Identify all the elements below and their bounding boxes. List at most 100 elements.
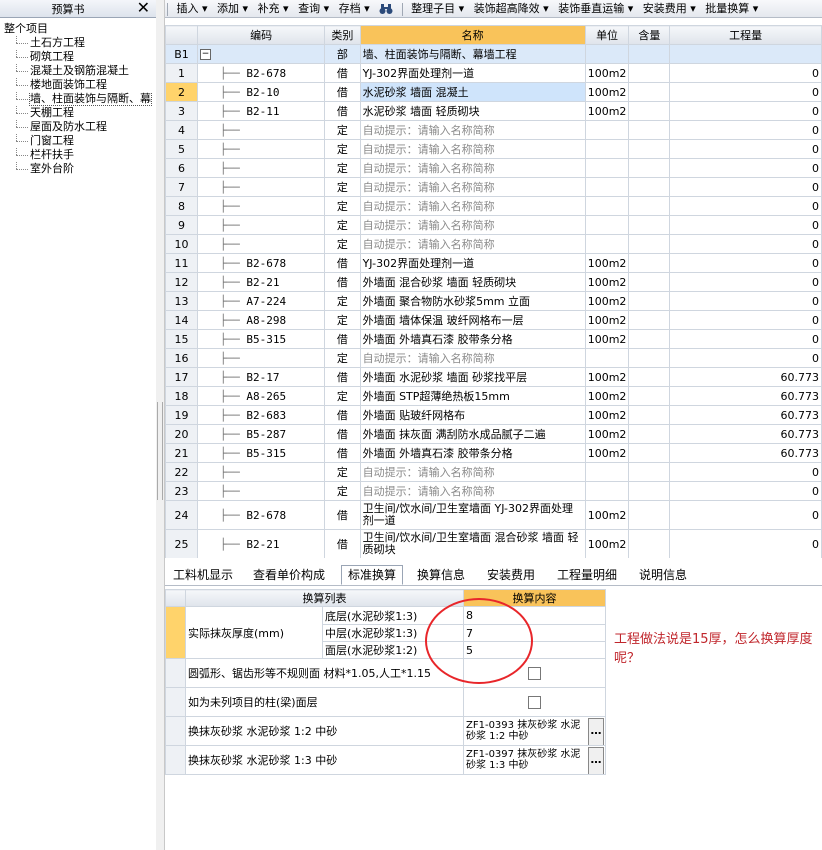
row-qty[interactable]: 0 bbox=[669, 272, 822, 292]
column-beam-checkbox[interactable] bbox=[463, 687, 606, 717]
row-name[interactable]: 自动提示：请输入名称简称 bbox=[359, 462, 586, 482]
tab-description[interactable]: 说明信息 bbox=[633, 566, 693, 584]
row-content[interactable] bbox=[628, 253, 671, 273]
row-name[interactable]: 外墙面 墙体保温 玻纤网格布一层 bbox=[359, 310, 586, 330]
row-name[interactable]: YJ-302界面处理剂一道 bbox=[359, 63, 586, 83]
row-code[interactable]: ├── bbox=[197, 348, 326, 368]
row-code[interactable]: ├── bbox=[197, 215, 326, 235]
row-content[interactable] bbox=[628, 310, 671, 330]
row-code[interactable]: ├── bbox=[197, 139, 326, 159]
row-unit[interactable] bbox=[584, 348, 630, 368]
replace-mortar-13-field[interactable]: ZF1-0397 抹灰砂浆 水泥砂浆 1:3 中砂 … bbox=[463, 745, 606, 775]
row-number[interactable]: 21 bbox=[165, 443, 199, 463]
row-type[interactable]: 定 bbox=[324, 481, 361, 501]
row-type[interactable]: 定 bbox=[324, 234, 361, 254]
row-qty[interactable]: 0 bbox=[669, 177, 822, 197]
row-content[interactable] bbox=[628, 329, 671, 349]
row-code[interactable]: ├── B2-10 bbox=[197, 82, 326, 102]
row-type[interactable]: 定 bbox=[324, 177, 361, 197]
tree-item[interactable]: 楼地面装饰工程 bbox=[4, 78, 154, 92]
row-number[interactable]: 5 bbox=[165, 139, 199, 159]
row-qty[interactable]: 0 bbox=[669, 120, 822, 140]
row-content[interactable] bbox=[628, 101, 671, 121]
row-content[interactable] bbox=[628, 367, 671, 387]
row-qty[interactable]: 0 bbox=[669, 462, 822, 482]
row-name[interactable]: 自动提示：请输入名称简称 bbox=[359, 481, 586, 501]
row-name[interactable]: 外墙面 抹灰面 满刮防水成品腻子二遍 bbox=[359, 424, 586, 444]
row-name[interactable]: 自动提示：请输入名称简称 bbox=[359, 234, 586, 254]
row-qty[interactable]: 0 bbox=[669, 82, 822, 102]
row-number[interactable]: 15 bbox=[165, 329, 199, 349]
tree-item[interactable]: 混凝土及钢筋混凝土 bbox=[4, 64, 154, 78]
row-qty[interactable]: 0 bbox=[669, 529, 822, 558]
row-name[interactable]: 自动提示：请输入名称简称 bbox=[359, 196, 586, 216]
row-type[interactable]: 定 bbox=[324, 462, 361, 482]
row-unit[interactable] bbox=[584, 139, 630, 159]
row-unit[interactable] bbox=[584, 120, 630, 140]
row-type[interactable]: 定 bbox=[324, 348, 361, 368]
row-content[interactable] bbox=[628, 82, 671, 102]
row-unit[interactable] bbox=[584, 158, 630, 178]
row-name[interactable]: 自动提示：请输入名称简称 bbox=[359, 215, 586, 235]
row-qty[interactable]: 0 bbox=[669, 500, 822, 530]
row-name[interactable]: 自动提示：请输入名称简称 bbox=[359, 139, 586, 159]
row-qty[interactable]: 0 bbox=[669, 291, 822, 311]
row-unit[interactable]: 100m2 bbox=[584, 424, 630, 444]
row-unit[interactable]: 100m2 bbox=[584, 82, 630, 102]
row-name[interactable]: 外墙面 外墙真石漆 胶带条分格 bbox=[359, 443, 586, 463]
row-content[interactable] bbox=[628, 215, 671, 235]
row-number[interactable]: 22 bbox=[165, 462, 199, 482]
row-qty[interactable]: 0 bbox=[669, 253, 822, 273]
toolbar-install-fee[interactable]: 安装费用 ▾ bbox=[640, 0, 699, 17]
row-code[interactable]: ├── B2-21 bbox=[197, 529, 326, 558]
row-type[interactable]: 借 bbox=[324, 529, 361, 558]
row-name[interactable]: 自动提示：请输入名称简称 bbox=[359, 348, 586, 368]
panel-splitter[interactable] bbox=[156, 0, 165, 850]
row-number[interactable]: 1 bbox=[165, 63, 199, 83]
row-qty[interactable]: 0 bbox=[669, 158, 822, 178]
row-name[interactable]: 卫生间/饮水间/卫生室墙面 混合砂浆 墙面 轻质砌块 bbox=[359, 529, 586, 558]
row-qty[interactable]: 0 bbox=[669, 63, 822, 83]
row-type[interactable]: 借 bbox=[324, 443, 361, 463]
row-type[interactable]: 借 bbox=[324, 63, 361, 83]
row-qty[interactable]: 0 bbox=[669, 101, 822, 121]
splitter-grip[interactable] bbox=[157, 402, 163, 500]
row-name[interactable]: 墙、柱面装饰与隔断、幕墙工程 bbox=[359, 44, 586, 64]
row-content[interactable] bbox=[628, 462, 671, 482]
row-unit[interactable]: 100m2 bbox=[584, 310, 630, 330]
tree-item[interactable]: 天棚工程 bbox=[4, 106, 154, 120]
row-unit[interactable]: 100m2 bbox=[584, 367, 630, 387]
row-code[interactable]: ├── B5-287 bbox=[197, 424, 326, 444]
row-type[interactable]: 借 bbox=[324, 253, 361, 273]
table-row[interactable]: 20 ├── B5-287 借外墙面 抹灰面 满刮防水成品腻子二遍 100m2 60.… bbox=[165, 424, 822, 444]
table-row[interactable]: 13 ├── A7-224 定外墙面 聚合物防水砂浆5mm 立面 100m2 0 bbox=[165, 291, 822, 311]
row-number[interactable]: 8 bbox=[165, 196, 199, 216]
row-indicator[interactable] bbox=[165, 606, 186, 659]
table-row[interactable]: 2 ├── B2-10 借水泥砂浆 墙面 混凝土 100m2 0 bbox=[165, 82, 822, 102]
row-code[interactable]: ├── B5-315 bbox=[197, 329, 326, 349]
row-content[interactable] bbox=[628, 234, 671, 254]
ellipsis-button[interactable]: … bbox=[588, 747, 604, 774]
row-number[interactable]: 9 bbox=[165, 215, 199, 235]
row-indicator[interactable] bbox=[165, 716, 186, 746]
tab-conversion-info[interactable]: 换算信息 bbox=[411, 566, 471, 584]
tab-standard-conversion[interactable]: 标准换算 bbox=[341, 565, 403, 585]
row-qty[interactable]: 0 bbox=[669, 348, 822, 368]
table-row[interactable]: 12 ├── B2-21 借外墙面 混合砂浆 墙面 轻质砌块 100m2 0 bbox=[165, 272, 822, 292]
header-content[interactable]: 含量 bbox=[628, 25, 671, 45]
tab-materials[interactable]: 工料机显示 bbox=[167, 566, 239, 584]
row-unit[interactable]: 100m2 bbox=[584, 500, 630, 530]
row-qty[interactable]: 0 bbox=[669, 481, 822, 501]
row-name[interactable]: 外墙面 外墙真石漆 胶带条分格 bbox=[359, 329, 586, 349]
row-unit[interactable]: 100m2 bbox=[584, 529, 630, 558]
close-icon[interactable]: ✕ bbox=[137, 0, 150, 17]
row-content[interactable] bbox=[628, 443, 671, 463]
table-row[interactable]: 10 ├── 定自动提示：请输入名称简称 0 bbox=[165, 234, 822, 254]
table-row[interactable]: 11 ├── B2-678 借 YJ-302界面处理剂一道 100m2 0 bbox=[165, 253, 822, 273]
toolbar-batch-convert[interactable]: 批量换算 ▾ bbox=[702, 0, 761, 17]
row-unit[interactable]: 100m2 bbox=[584, 272, 630, 292]
row-number[interactable]: 10 bbox=[165, 234, 199, 254]
row-qty[interactable]: 0 bbox=[669, 329, 822, 349]
row-number[interactable]: 16 bbox=[165, 348, 199, 368]
tree-item[interactable]: 屋面及防水工程 bbox=[4, 120, 154, 134]
